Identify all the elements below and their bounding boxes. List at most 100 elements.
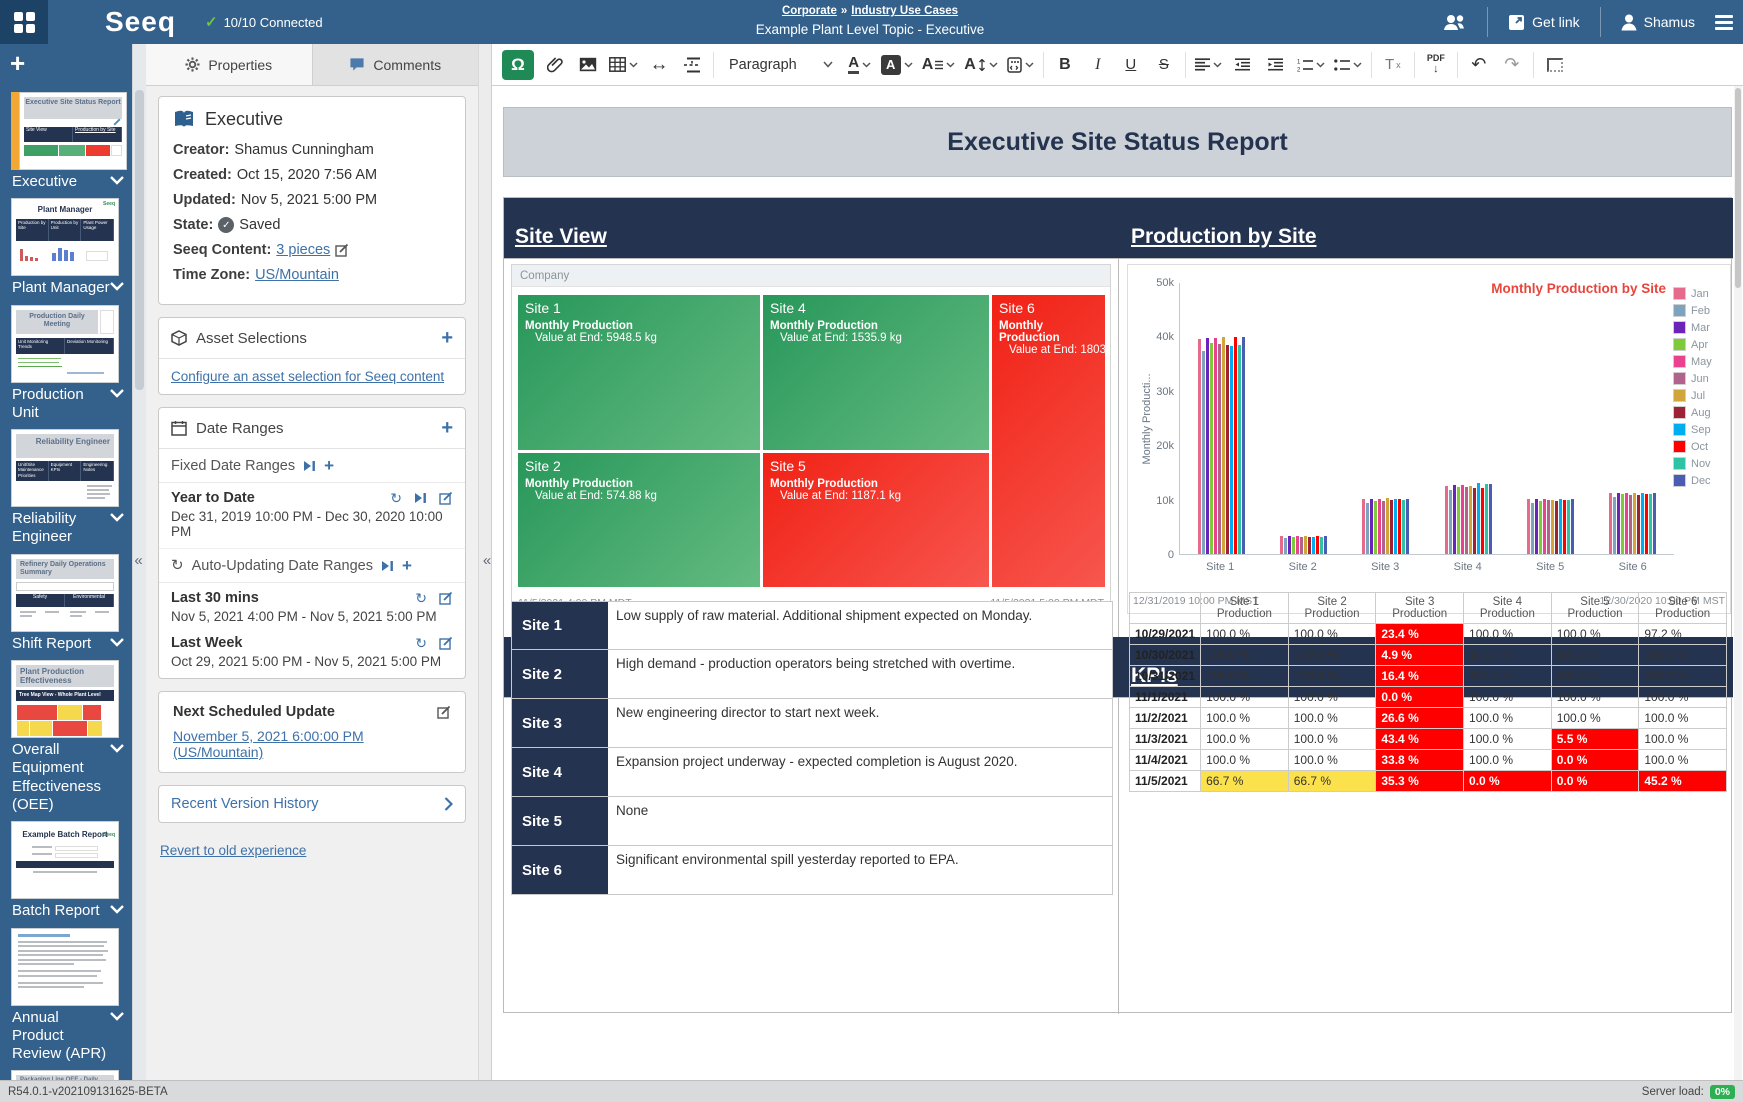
- sidebar-item-plant-manager[interactable]: Plant Manager Seeq Production by Site Pr…: [0, 198, 132, 297]
- bar: [1449, 490, 1452, 554]
- app-grid-button[interactable]: [0, 0, 48, 44]
- sidebar-item-batch-report[interactable]: Example Batch Report Seeq Batch Report: [0, 821, 132, 920]
- sidebar-item-shift-report[interactable]: Refinery Daily Operations Summary Safety…: [0, 554, 132, 653]
- sidebar-item-executive[interactable]: Executive Site Status Report Site View P…: [0, 92, 132, 191]
- italic-button[interactable]: I: [1086, 51, 1110, 79]
- font-family-button[interactable]: A: [922, 51, 956, 79]
- edit-icon[interactable]: [437, 705, 451, 719]
- document-scrollbar[interactable]: [1734, 86, 1742, 1080]
- worksheet-thumbnail[interactable]: Packaging Line OEE - Daily Report: [11, 1070, 119, 1080]
- indent-button[interactable]: [1264, 51, 1288, 79]
- chevron-down-icon[interactable]: [110, 282, 124, 291]
- export-pdf-button[interactable]: PDF↓: [1424, 51, 1448, 79]
- font-size-button[interactable]: A: [964, 51, 998, 79]
- worksheet-thumbnail[interactable]: Executive Site Status Report Site View P…: [19, 92, 127, 170]
- worksheet-thumbnail[interactable]: Plant Production Effectiveness Tree Map …: [11, 660, 119, 738]
- sidebar-item-label[interactable]: Executive: [0, 170, 132, 191]
- step-forward-icon[interactable]: [414, 492, 427, 504]
- insert-spacer-button[interactable]: ↔: [647, 51, 671, 79]
- underline-button[interactable]: U: [1119, 51, 1143, 79]
- collapse-sidebar-button[interactable]: «: [130, 548, 147, 574]
- bold-button[interactable]: B: [1053, 51, 1077, 79]
- template-button[interactable]: [1007, 51, 1034, 79]
- refresh-icon[interactable]: ↻: [390, 491, 402, 505]
- next-update-time-link[interactable]: November 5, 2021 6:00:00 PM (US/Mountain…: [173, 728, 364, 760]
- page-break-button[interactable]: [680, 51, 704, 79]
- add-asset-selection-button[interactable]: +: [441, 328, 453, 348]
- y-tick-label: 50k: [1140, 277, 1174, 289]
- insert-link-button[interactable]: [543, 51, 567, 79]
- refresh-icon[interactable]: ↻: [415, 636, 427, 650]
- insert-seeq-content-button[interactable]: Ω: [502, 50, 534, 80]
- breadcrumb-corporate[interactable]: Corporate: [782, 5, 837, 17]
- edit-icon[interactable]: [439, 636, 453, 650]
- sidebar-item-reliability-engineer[interactable]: Reliability Engineer Unit/Site Maintenan…: [0, 429, 132, 547]
- sidebar-item-label[interactable]: Overall Equipment Effectiveness (OEE): [0, 738, 132, 814]
- recent-version-history-button[interactable]: Recent Version History: [159, 786, 465, 822]
- edit-icon[interactable]: [439, 591, 453, 605]
- revert-old-experience-link[interactable]: Revert to old experience: [160, 843, 306, 858]
- chevron-down-icon[interactable]: [110, 1012, 124, 1021]
- chevron-down-icon[interactable]: [110, 638, 124, 647]
- insert-image-button[interactable]: [576, 51, 600, 79]
- sidebar-item-production-unit[interactable]: Production Daily Meeting Unit Monitoring…: [0, 305, 132, 423]
- font-color-button[interactable]: A: [848, 51, 872, 79]
- seeq-content-link[interactable]: 3 pieces: [276, 242, 330, 258]
- bar: [1386, 498, 1389, 554]
- ordered-list-button[interactable]: 12: [1297, 51, 1325, 79]
- sidebar-item-label[interactable]: Reliability Engineer: [0, 507, 132, 547]
- worksheet-thumbnail[interactable]: Plant Manager Seeq Production by Site Pr…: [11, 198, 119, 276]
- users-button[interactable]: [1443, 14, 1467, 31]
- sidebar-item-label[interactable]: Batch Report: [0, 899, 132, 920]
- tab-properties[interactable]: Properties: [146, 44, 313, 85]
- sidebar-item-label[interactable]: Annual Product Review (APR): [0, 1006, 132, 1064]
- add-date-range-button[interactable]: +: [441, 418, 453, 438]
- chevron-down-icon[interactable]: [110, 744, 124, 753]
- add-fixed-date-range-button[interactable]: +: [324, 457, 334, 474]
- refresh-icon[interactable]: ↻: [415, 591, 427, 605]
- paragraph-style-dropdown[interactable]: Paragraph: [723, 51, 839, 79]
- strikethrough-button[interactable]: S: [1152, 51, 1176, 79]
- worksheet-thumbnail[interactable]: Example Batch Report Seeq: [11, 821, 119, 899]
- add-auto-date-range-button[interactable]: +: [402, 557, 412, 574]
- edit-icon[interactable]: [335, 243, 349, 257]
- hamburger-menu[interactable]: [1715, 15, 1733, 30]
- legend-swatch: [1673, 372, 1686, 385]
- fixed-width-button[interactable]: [1543, 51, 1567, 79]
- insert-table-button[interactable]: [609, 51, 638, 79]
- sidebar-item-apr[interactable]: Annual Product Review (APR): [0, 928, 132, 1064]
- sidebar-item-label[interactable]: Shift Report: [0, 632, 132, 653]
- configure-asset-selection-link[interactable]: Configure an asset selection for Seeq co…: [171, 369, 444, 384]
- chevron-down-icon[interactable]: [110, 905, 124, 914]
- step-forward-icon[interactable]: [381, 560, 394, 572]
- chevron-down-icon[interactable]: [110, 513, 124, 522]
- worksheet-thumbnail[interactable]: [11, 928, 119, 1006]
- align-button[interactable]: [1195, 51, 1222, 79]
- clear-formatting-button[interactable]: Tx: [1381, 51, 1405, 79]
- redo-button[interactable]: ↷: [1500, 51, 1524, 79]
- step-forward-icon[interactable]: [303, 460, 316, 472]
- get-link-button[interactable]: Get link: [1508, 14, 1579, 31]
- outdent-button[interactable]: [1231, 51, 1255, 79]
- worksheet-thumbnail[interactable]: Reliability Engineer Unit/Site Maintenan…: [11, 429, 119, 507]
- bullet-list-button[interactable]: [1334, 51, 1362, 79]
- add-worksheet-button[interactable]: +: [10, 50, 25, 76]
- worksheet-thumbnail[interactable]: Production Daily Meeting Unit Monitoring…: [11, 305, 119, 383]
- undo-button[interactable]: ↶: [1467, 51, 1491, 79]
- sidebar-item-label[interactable]: Plant Manager: [0, 276, 132, 297]
- user-menu[interactable]: Shamus: [1621, 14, 1695, 31]
- timezone-link[interactable]: US/Mountain: [255, 267, 339, 283]
- sidebar-item-packaging-line-oee[interactable]: Packaging Line OEE - Daily Report: [0, 1070, 132, 1080]
- worksheet-thumbnail[interactable]: Refinery Daily Operations Summary Safety…: [11, 554, 119, 632]
- bar: [1477, 483, 1480, 554]
- breadcrumb-industry-use-cases[interactable]: Industry Use Cases: [851, 5, 958, 17]
- chevron-down-icon[interactable]: [110, 176, 124, 185]
- highlight-color-button[interactable]: A: [881, 51, 913, 79]
- chevron-down-icon[interactable]: [110, 389, 124, 398]
- kpi-row: 11/3/2021100.0 %100.0 %43.4 %100.0 %5.5 …: [1130, 729, 1727, 750]
- collapse-properties-button[interactable]: «: [479, 548, 495, 574]
- sidebar-item-oee[interactable]: Plant Production Effectiveness Tree Map …: [0, 660, 132, 814]
- tab-comments[interactable]: Comments: [313, 44, 479, 85]
- sidebar-item-label[interactable]: Production Unit: [0, 383, 132, 423]
- edit-icon[interactable]: [439, 491, 453, 505]
